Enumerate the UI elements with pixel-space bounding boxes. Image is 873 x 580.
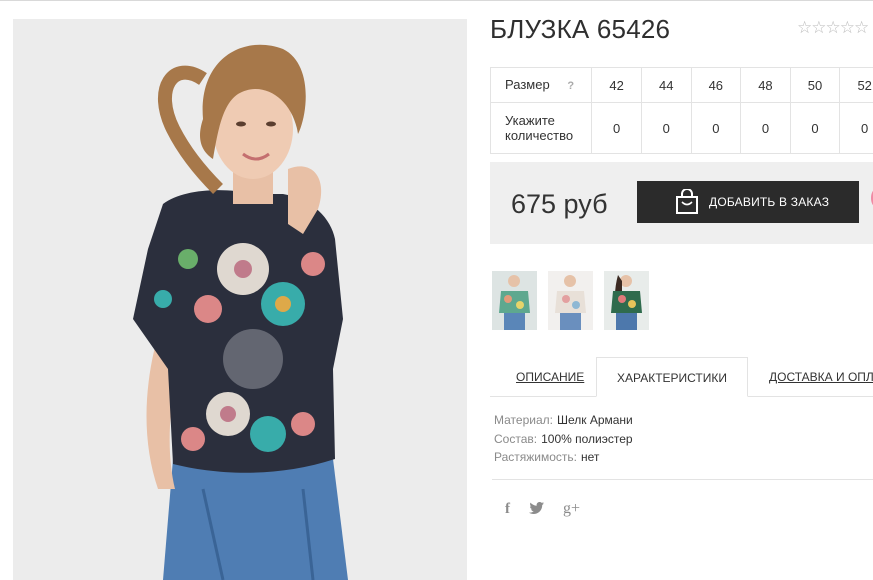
- thumbnail-2[interactable]: [548, 271, 593, 330]
- quantity-input[interactable]: 0: [690, 102, 742, 154]
- spec-value: нет: [581, 450, 600, 464]
- thumbnail-3[interactable]: [604, 271, 649, 330]
- facebook-icon[interactable]: f: [505, 501, 510, 518]
- specs-list: Материал: Шелк Армани Состав: 100% полиэст…: [494, 411, 633, 467]
- top-divider: [0, 0, 873, 1]
- size-label: Размер: [505, 76, 550, 92]
- thumbnail-strip: [492, 271, 649, 330]
- quantity-input[interactable]: 0: [591, 102, 642, 154]
- tab-description[interactable]: ОПИСАНИЕ: [516, 357, 584, 397]
- spec-row: Материал: Шелк Армани: [494, 411, 633, 430]
- spec-row: Состав: 100% полиэстер: [494, 430, 633, 449]
- quantity-input[interactable]: 0: [740, 102, 791, 154]
- size-table: Размер ? 42 44 46 48 50 52 Укажите колич…: [489, 67, 873, 154]
- quantity-label: Укажите количество: [489, 102, 593, 154]
- quantity-input[interactable]: 0: [640, 102, 692, 154]
- size-cell: 42: [591, 67, 642, 103]
- add-to-order-label: ДОБАВИТЬ В ЗАКАЗ: [709, 195, 830, 209]
- product-title: БЛУЗКА 65426: [490, 14, 671, 44]
- quantity-input[interactable]: 0: [789, 102, 841, 154]
- size-cell: 48: [740, 67, 791, 103]
- size-cell: 44: [640, 67, 692, 103]
- spec-key: Материал:: [494, 413, 553, 427]
- tab-characteristics[interactable]: ХАРАКТЕРИСТИКИ: [596, 357, 748, 397]
- size-cell: 46: [690, 67, 742, 103]
- spec-value: 100% полиэстер: [541, 431, 633, 446]
- thumbnail-1[interactable]: [492, 271, 537, 330]
- social-divider: [492, 479, 873, 480]
- rating-stars[interactable]: ☆☆☆☆☆: [797, 18, 869, 38]
- price-panel: 675 руб ДОБАВИТЬ В ЗАКАЗ: [490, 162, 873, 244]
- twitter-icon[interactable]: [529, 501, 544, 518]
- quantity-input[interactable]: 0: [839, 102, 873, 154]
- spec-value: Шелк Армани: [556, 413, 633, 427]
- spec-key: Состав:: [494, 431, 538, 446]
- bag-icon: [675, 188, 699, 218]
- spec-key: Растяжимость:: [494, 450, 578, 464]
- size-cell: 52: [839, 67, 873, 103]
- spec-row: Растяжимость: нет: [494, 448, 633, 467]
- product-price: 675 руб: [511, 189, 608, 219]
- add-to-order-button[interactable]: ДОБАВИТЬ В ЗАКАЗ: [637, 181, 859, 223]
- tab-delivery[interactable]: ДОСТАВКА И ОПЛАТА: [769, 357, 873, 397]
- size-help-icon[interactable]: ?: [567, 80, 574, 92]
- product-tabs: ОПИСАНИЕ ХАРАКТЕРИСТИКИ ДОСТАВКА И ОПЛАТ…: [490, 357, 873, 397]
- quantity-row: Укажите количество 0 0 0 0 0 0: [489, 102, 873, 154]
- main-product-photo[interactable]: [13, 19, 467, 580]
- social-share: f g+: [505, 500, 580, 518]
- size-cell: 50: [789, 67, 841, 103]
- size-row: Размер ? 42 44 46 48 50 52: [489, 67, 873, 103]
- size-label-cell: Размер ?: [489, 67, 593, 103]
- google-plus-icon[interactable]: g+: [563, 500, 580, 518]
